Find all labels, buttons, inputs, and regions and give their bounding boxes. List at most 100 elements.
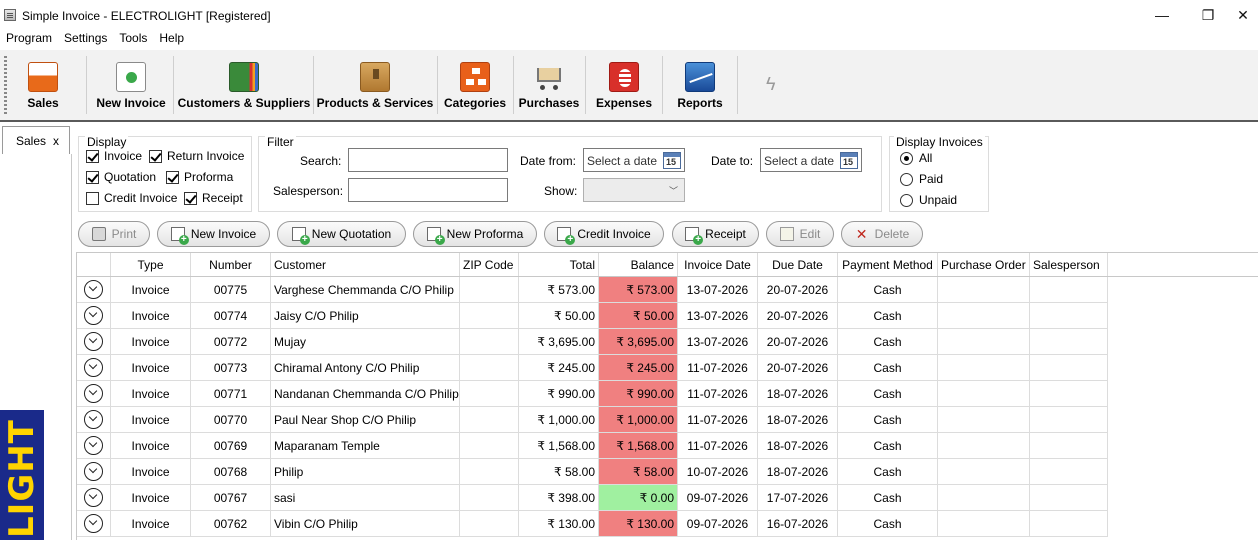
calendar-icon[interactable]: 15 [663,152,681,169]
table-row[interactable]: Invoice 00767 sasi ₹ 398.00 ₹ 0.00 09-07-2026… [77,485,1258,511]
cell-payment-method: Cash [838,485,938,511]
column-header-number[interactable]: Number [191,253,271,276]
column-header-due-date[interactable]: Due Date [758,253,838,276]
invoice-checkbox[interactable]: Invoice [86,149,142,163]
column-header-customer[interactable]: Customer [271,253,460,276]
row-expand-cell[interactable] [77,407,111,433]
proforma-checkbox[interactable]: Proforma [166,170,233,184]
expand-chevron-icon[interactable] [84,384,103,403]
invoice-checkbox-box[interactable] [86,149,99,163]
row-expand-cell[interactable] [77,303,111,329]
table-row[interactable]: Invoice 00762 Vibin C/O Philip ₹ 130.00 ₹ 13… [77,511,1258,537]
quotation-checkbox-box[interactable] [86,170,99,184]
column-header-salesperson[interactable]: Salesperson [1030,253,1108,276]
new-invoice-button[interactable]: New Invoice [157,221,270,247]
search-input[interactable] [348,148,508,172]
close-button[interactable]: ✕ [1228,4,1258,26]
expand-chevron-icon[interactable] [84,306,103,325]
return-invoice-checkbox[interactable]: Return Invoice [149,149,244,163]
column-header-purchase-order[interactable]: Purchase Order [938,253,1030,276]
column-header-invoice-date[interactable]: Invoice Date [678,253,758,276]
new-quotation-button[interactable]: New Quotation [277,221,406,247]
credit-invoice-checkbox[interactable]: Credit Invoice [86,191,177,205]
row-expand-cell[interactable] [77,329,111,355]
cell-zip [460,459,519,485]
row-expand-cell[interactable] [77,381,111,407]
radio-paid-dot[interactable] [900,172,913,186]
print-button[interactable]: Print [78,221,150,247]
quotation-checkbox[interactable]: Quotation [86,170,156,184]
date-to-picker[interactable]: Select a date 15 [760,148,862,172]
ribbon-categories-button[interactable]: Categories [440,54,510,118]
menu-help[interactable]: Help [153,30,190,48]
expand-chevron-icon[interactable] [84,280,103,299]
expand-chevron-icon[interactable] [84,358,103,377]
minimize-button[interactable]: — [1142,4,1182,26]
proforma-checkbox-box[interactable] [166,170,179,184]
ribbon-customers-button[interactable]: Customers & Suppliers [177,54,311,118]
expand-chevron-icon[interactable] [84,462,103,481]
ribbon-sales-button[interactable]: Sales [14,54,72,118]
radio-all[interactable]: All [900,151,932,165]
edit-button[interactable]: Edit [766,221,834,247]
menu-tools[interactable]: Tools [113,30,153,48]
cell-salesperson [1030,303,1108,329]
table-row[interactable]: Invoice 00768 Philip ₹ 58.00 ₹ 58.00 10-07-20… [77,459,1258,485]
ribbon-purchases-button[interactable]: Purchases [516,54,582,118]
credit-invoice-button[interactable]: Credit Invoice [544,221,664,247]
row-expand-cell[interactable] [77,485,111,511]
radio-unpaid[interactable]: Unpaid [900,193,957,207]
toolbar-grip[interactable] [4,56,7,114]
tab-sales-label: Sales [16,134,47,148]
tab-close-icon[interactable]: x [53,134,59,148]
ribbon-products-button[interactable]: Products & Services [316,54,434,118]
menu-program[interactable]: Program [0,30,58,48]
receipt-checkbox[interactable]: Receipt [184,191,243,205]
expand-chevron-icon[interactable] [84,332,103,351]
cell-type: Invoice [111,433,191,459]
table-row[interactable]: Invoice 00775 Varghese Chemmanda C/O Phili… [77,277,1258,303]
row-expand-cell[interactable] [77,433,111,459]
table-row[interactable]: Invoice 00773 Chiramal Antony C/O Philip ₹ … [77,355,1258,381]
new-proforma-button[interactable]: New Proforma [413,221,537,247]
column-header-type[interactable]: Type [111,253,191,276]
calendar-icon[interactable]: 15 [840,152,858,169]
return-invoice-checkbox-box[interactable] [149,149,162,163]
radio-paid[interactable]: Paid [900,172,943,186]
expand-chevron-icon[interactable] [84,514,103,533]
column-header-payment-method[interactable]: Payment Method [838,253,938,276]
table-row[interactable]: Invoice 00770 Paul Near Shop C/O Philip ₹ 1… [77,407,1258,433]
salesperson-input[interactable] [348,178,508,202]
expand-chevron-icon[interactable] [84,410,103,429]
table-row[interactable]: Invoice 00774 Jaisy C/O Philip ₹ 50.00 ₹ 50.… [77,303,1258,329]
column-header-expand[interactable] [77,253,111,276]
column-header-total[interactable]: Total [519,253,599,276]
table-row[interactable]: Invoice 00769 Maparanam Temple ₹ 1,568.00 ₹ … [77,433,1258,459]
expand-chevron-icon[interactable] [84,436,103,455]
row-expand-cell[interactable] [77,355,111,381]
menu-settings[interactable]: Settings [58,30,113,48]
radio-all-dot[interactable] [900,151,913,165]
row-expand-cell[interactable] [77,459,111,485]
expand-chevron-icon[interactable] [84,488,103,507]
radio-unpaid-dot[interactable] [900,193,913,207]
restore-button[interactable]: ❐ [1188,4,1228,26]
radio-all-label: All [919,151,933,165]
column-header-balance[interactable]: Balance [599,253,678,276]
ribbon-new-invoice-button[interactable]: New Invoice [92,54,170,118]
ribbon-reports-button[interactable]: Reports [666,54,734,118]
receipt-checkbox-box[interactable] [184,191,197,205]
date-from-picker[interactable]: Select a date 15 [583,148,685,172]
receipt-button[interactable]: Receipt [672,221,759,247]
delete-button[interactable]: ✕ Delete [841,221,923,247]
row-expand-cell[interactable] [77,277,111,303]
column-header-zip[interactable]: ZIP Code [460,253,519,276]
ribbon-expenses-button[interactable]: Expenses [588,54,660,118]
table-row[interactable]: Invoice 00772 Mujay ₹ 3,695.00 ₹ 3,695.00 13-… [77,329,1258,355]
show-select[interactable]: ﹀ [583,178,685,202]
table-row[interactable]: Invoice 00771 Nandanan Chemmanda C/O Phili… [77,381,1258,407]
credit-invoice-checkbox-box[interactable] [86,191,99,205]
tab-sales[interactable]: Sales x [2,126,70,154]
row-expand-cell[interactable] [77,511,111,537]
cell-number: 00773 [191,355,271,381]
